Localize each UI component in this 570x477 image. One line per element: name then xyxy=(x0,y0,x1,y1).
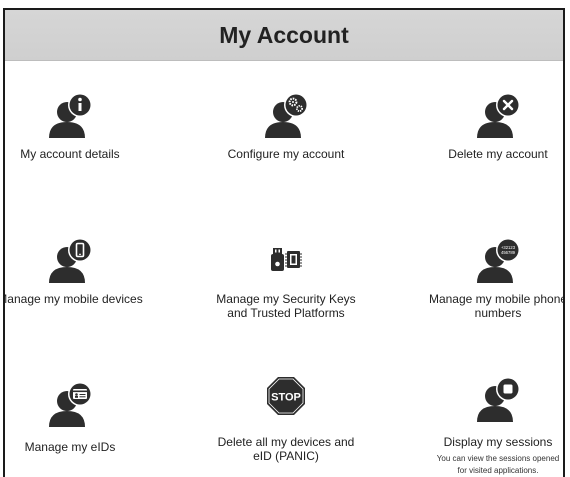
account-panel: My Account My account details Configure … xyxy=(3,8,565,477)
user-delete-icon xyxy=(477,93,520,138)
user-info-icon xyxy=(49,93,92,138)
page-header: My Account xyxy=(5,10,563,61)
user-mobile-icon xyxy=(49,238,92,283)
stop-sign-icon: STOP xyxy=(267,377,305,415)
page-title: My Account xyxy=(219,21,349,48)
stop-sign-text: STOP xyxy=(271,392,301,404)
tile-manage-mobile-devices[interactable]: Manage my mobile devices xyxy=(3,234,160,306)
tile-display-sessions[interactable]: Display my sessions You can view the ses… xyxy=(408,373,563,477)
tile-label: Delete my account xyxy=(448,147,548,161)
tile-description: You can view the sessions opened for vis… xyxy=(436,454,560,475)
tile-label: Display my sessions xyxy=(443,435,553,449)
tile-label: Manage my mobile phone numbers xyxy=(428,292,565,320)
user-sessions-icon xyxy=(477,377,520,422)
tile-label: My account details xyxy=(20,147,120,161)
tile-manage-eids[interactable]: Manage my eIDs xyxy=(5,378,160,454)
tile-delete-account[interactable]: Delete my account xyxy=(408,89,563,161)
tile-delete-all-devices-panic[interactable]: STOP Delete all my devices and eID (PANI… xyxy=(196,373,376,463)
phone-number-line-2: 456789 xyxy=(501,250,516,255)
user-gears-icon xyxy=(265,93,308,138)
tile-my-account-details[interactable]: My account details xyxy=(5,89,160,161)
tile-label: Configure my account xyxy=(227,147,345,161)
user-phone-number-icon: +32123 456789 xyxy=(477,238,520,283)
tile-label: Manage my mobile devices xyxy=(3,292,143,306)
tile-configure-account[interactable]: Configure my account xyxy=(196,89,376,161)
user-eid-card-icon xyxy=(49,382,92,427)
tile-manage-phone-numbers[interactable]: +32123 456789 Manage my mobile phone num… xyxy=(408,234,565,320)
security-key-chip-icon xyxy=(271,248,302,271)
tile-label: Manage my eIDs xyxy=(24,440,116,454)
account-actions-grid: My account details Configure my account xyxy=(5,61,563,477)
tile-manage-security-keys[interactable]: Manage my Security Keys and Trusted Plat… xyxy=(196,234,376,320)
tile-label: Delete all my devices and eID (PANIC) xyxy=(217,435,355,463)
tile-label: Manage my Security Keys and Trusted Plat… xyxy=(216,292,356,320)
